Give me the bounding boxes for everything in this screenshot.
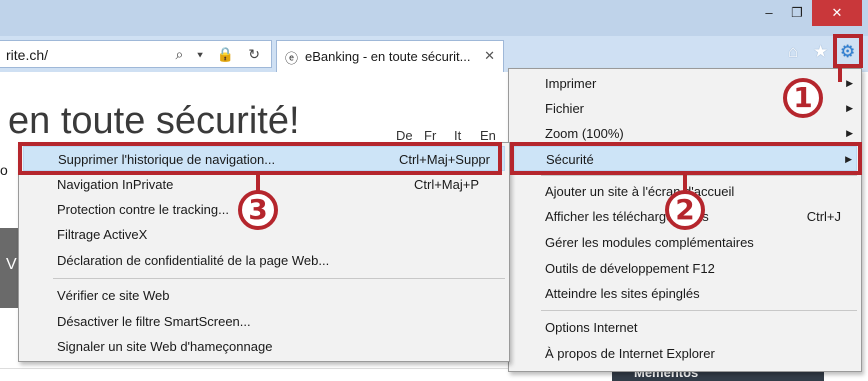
menu-item-options-internet[interactable]: Options Internet	[545, 315, 857, 340]
favorites-star-icon[interactable]: ★	[813, 42, 828, 62]
close-window-button[interactable]: ✕	[812, 0, 862, 26]
menu-item-label: Vérifier ce site Web	[57, 288, 170, 303]
menu-item-label: Protection contre le tracking...	[57, 202, 229, 217]
menu-item-confidentialite[interactable]: Déclaration de confidentialité de la pag…	[57, 248, 505, 273]
page-heading: en toute sécurité!	[8, 100, 300, 142]
menu-item-verifier-site[interactable]: Vérifier ce site Web	[57, 283, 505, 308]
menu-item-label: Fichier	[545, 101, 585, 116]
menu-item-label: Navigation InPrivate	[57, 177, 174, 192]
address-bar-icons[interactable]: ⌕ ▾ 🔒 ↻	[175, 46, 265, 63]
menu-item-activex[interactable]: Filtrage ActiveX	[57, 222, 505, 247]
menu-item-label: Atteindre les sites épinglés	[545, 286, 700, 301]
menu-item-inprivate[interactable]: Navigation InPrivate Ctrl+Maj+P	[57, 172, 505, 197]
highlight-box-gear	[833, 34, 863, 68]
address-bar[interactable]: rite.ch/ ⌕ ▾ 🔒 ↻	[0, 40, 272, 68]
menu-item-label: Filtrage ActiveX	[57, 227, 148, 242]
highlight-box-securite	[510, 142, 862, 175]
menu-item-label: Imprimer	[545, 76, 597, 91]
menu-item-label: Outils de développement F12	[545, 261, 715, 276]
title-bar	[0, 0, 868, 36]
restore-button[interactable]: ❐	[782, 0, 812, 26]
menu-separator	[541, 175, 857, 176]
highlight-box-supprimer	[18, 142, 502, 175]
close-tab-icon[interactable]: ✕	[484, 48, 495, 64]
menu-item-label: Options Internet	[545, 320, 638, 335]
menu-shortcut: Ctrl+Maj+P	[414, 177, 480, 192]
menu-shortcut: Ctrl+J	[806, 209, 841, 224]
menu-item-a-propos[interactable]: À propos de Internet Explorer	[545, 341, 857, 366]
home-icon[interactable]: ⌂	[788, 42, 798, 62]
lang-it[interactable]: It	[454, 128, 461, 143]
page-side-text: o	[0, 162, 8, 178]
callout-3: 3	[238, 190, 278, 230]
lang-fr[interactable]: Fr	[424, 128, 436, 143]
menu-item-signaler[interactable]: Signaler un site Web d'hameçonnage	[57, 334, 505, 359]
menu-item-label: Gérer les modules complémentaires	[545, 235, 754, 250]
ie-icon: ⓔ	[285, 51, 299, 66]
menu-separator	[53, 278, 505, 279]
tab-title: eBanking - en toute sécurit...	[305, 49, 471, 64]
menu-item-label: Ajouter un site à l'écran d'accueil	[545, 184, 735, 199]
menu-item-label: Signaler un site Web d'hameçonnage	[57, 339, 273, 354]
menu-item-tracking[interactable]: Protection contre le tracking...	[57, 197, 505, 222]
callout-2: 2	[665, 190, 705, 230]
menu-item-label: Désactiver le filtre SmartScreen...	[57, 314, 251, 329]
submenu-arrow-icon: ▶	[846, 103, 853, 113]
submenu-arrow-icon: ▶	[846, 78, 853, 88]
menu-item-label: À propos de Internet Explorer	[545, 346, 715, 361]
callout-1: 1	[783, 78, 823, 118]
tab-ebanking[interactable]: ⓔ eBanking - en toute sécurit... ✕	[276, 40, 504, 72]
menu-separator	[541, 310, 857, 311]
url-text[interactable]: rite.ch/	[6, 47, 48, 63]
menu-item-smartscreen[interactable]: Désactiver le filtre SmartScreen...	[57, 309, 505, 334]
minimize-button[interactable]: –	[756, 0, 782, 26]
menu-item-sites-epingles[interactable]: Atteindre les sites épinglés	[545, 281, 857, 306]
menu-item-label: Déclaration de confidentialité de la pag…	[57, 253, 330, 268]
page-banner-letter: V	[6, 256, 17, 273]
menu-item-label: Zoom (100%)	[545, 126, 624, 141]
lang-en[interactable]: En	[480, 128, 496, 143]
lang-de[interactable]: De	[396, 128, 413, 143]
menu-item-modules[interactable]: Gérer les modules complémentaires	[545, 230, 857, 255]
menu-item-f12[interactable]: Outils de développement F12	[545, 256, 857, 281]
security-submenu: Supprimer l'historique de navigation... …	[18, 142, 510, 362]
callout-connector	[838, 66, 842, 82]
